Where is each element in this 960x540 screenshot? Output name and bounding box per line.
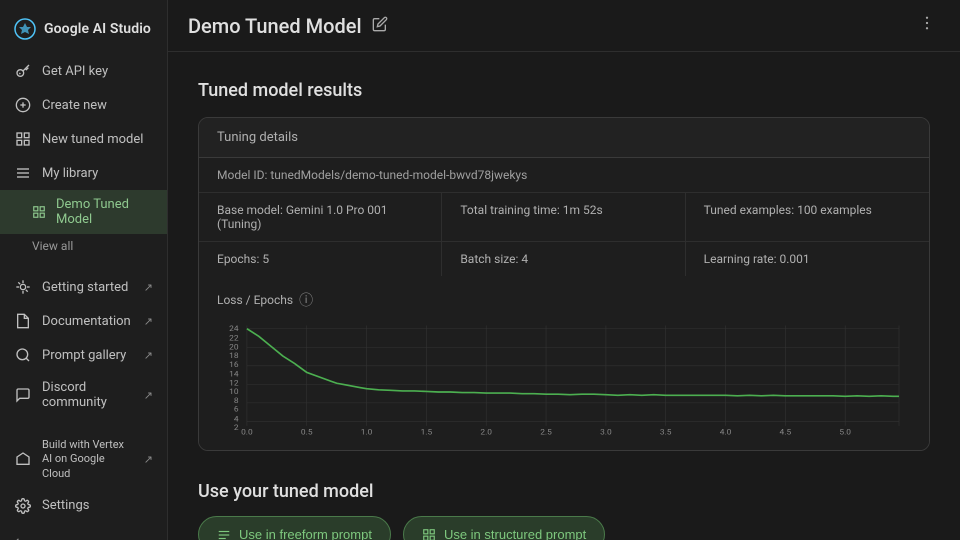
use-model-buttons: Use in freeform prompt Use in structured…	[198, 516, 930, 540]
svg-text:14: 14	[229, 370, 239, 379]
svg-text:8: 8	[234, 396, 239, 405]
demo-model-label: Demo Tuned Model	[56, 197, 153, 227]
getting-started-label: Getting started	[42, 280, 128, 295]
sidebar-item-get-api-key[interactable]: Get API key	[0, 54, 167, 88]
sidebar-item-settings[interactable]: Settings	[0, 489, 167, 523]
svg-text:0.5: 0.5	[301, 428, 313, 437]
svg-text:24: 24	[229, 324, 239, 333]
external-link-icon2: ↗	[144, 315, 153, 328]
svg-text:22: 22	[229, 334, 239, 343]
topbar-menu-button[interactable]	[914, 10, 940, 41]
tuning-details-card: Tuning details Model ID: tunedModels/dem…	[198, 117, 930, 451]
sidebar-label-create-new: Create new	[42, 98, 107, 113]
prompt-gallery-icon	[14, 346, 32, 364]
documentation-icon	[14, 312, 32, 330]
sidebar: Google AI Studio Get API key Create new …	[0, 0, 168, 540]
svg-text:2.0: 2.0	[480, 428, 492, 437]
batch-size-cell: Batch size: 4	[442, 242, 685, 276]
app-logo: Google AI Studio	[0, 8, 167, 54]
svg-text:3.0: 3.0	[600, 428, 612, 437]
view-all-link[interactable]: View all	[0, 234, 167, 258]
create-new-icon	[14, 96, 32, 114]
demo-model-icon	[32, 204, 46, 220]
freeform-label: Use in freeform prompt	[239, 527, 372, 540]
svg-text:3.5: 3.5	[660, 428, 672, 437]
settings-label: Settings	[42, 498, 89, 513]
sidebar-label-get-api-key: Get API key	[42, 64, 108, 79]
external-link-icon: ↗	[144, 281, 153, 294]
svg-text:1.0: 1.0	[361, 428, 373, 437]
main-content: Demo Tuned Model Tuned model results Tun…	[168, 0, 960, 540]
sidebar-item-prompt-gallery[interactable]: Prompt gallery ↗	[0, 338, 167, 372]
external-link-icon3: ↗	[144, 349, 153, 362]
logo-icon	[14, 18, 36, 40]
model-id-row: Model ID: tunedModels/demo-tuned-model-b…	[199, 158, 929, 193]
use-freeform-button[interactable]: Use in freeform prompt	[198, 516, 391, 540]
svg-text:4: 4	[234, 415, 239, 424]
svg-text:16: 16	[229, 360, 239, 369]
chart-info-icon[interactable]: ⓘ	[299, 290, 313, 310]
tuned-examples-cell: Tuned examples: 100 examples	[686, 193, 929, 241]
svg-text:20: 20	[229, 343, 239, 352]
discord-label: Discord community	[42, 380, 134, 410]
svg-text:2: 2	[234, 424, 239, 433]
svg-text:4.0: 4.0	[720, 428, 732, 437]
sidebar-item-documentation[interactable]: Documentation ↗	[0, 304, 167, 338]
build-vertex-icon	[14, 450, 32, 468]
tuning-card-header: Tuning details	[199, 118, 929, 158]
structured-label: Use in structured prompt	[444, 527, 586, 540]
discord-icon	[14, 386, 32, 404]
build-vertex-label: Build with Vertex AI on Google Cloud	[42, 438, 134, 481]
svg-text:1.5: 1.5	[421, 428, 433, 437]
sidebar-item-getting-started[interactable]: Getting started ↗	[0, 270, 167, 304]
sidebar-item-create-new[interactable]: Create new	[0, 88, 167, 122]
epochs-cell: Epochs: 5	[199, 242, 442, 276]
tuning-info-row1: Base model: Gemini 1.0 Pro 001 (Tuning) …	[199, 193, 929, 242]
svg-text:4.5: 4.5	[780, 428, 792, 437]
use-model-title: Use your tuned model	[198, 481, 930, 502]
external-link-icon5: ↗	[144, 453, 153, 466]
svg-text:18: 18	[229, 352, 239, 361]
loss-chart: 24 22 20 18 16 14 12 10 8 6 4 2	[217, 320, 911, 440]
svg-text:2.5: 2.5	[540, 428, 552, 437]
svg-text:12: 12	[229, 379, 239, 388]
sidebar-item-discord[interactable]: Discord community ↗	[0, 372, 167, 418]
content-area: Tuned model results Tuning details Model…	[168, 52, 960, 540]
tuning-card-body: Model ID: tunedModels/demo-tuned-model-b…	[199, 158, 929, 450]
chart-section: Loss / Epochs ⓘ 24 22 20 18 16 14 12	[199, 276, 929, 450]
my-library-icon	[14, 164, 32, 182]
learning-rate-cell: Learning rate: 0.001	[686, 242, 929, 276]
sidebar-label-my-library: My library	[42, 166, 98, 181]
chart-svg: 24 22 20 18 16 14 12 10 8 6 4 2	[217, 320, 911, 440]
settings-icon	[14, 497, 32, 515]
results-title: Tuned model results	[198, 80, 930, 101]
sidebar-item-my-library[interactable]: My library	[0, 156, 167, 190]
api-key-icon	[14, 62, 32, 80]
training-time-cell: Total training time: 1m 52s	[442, 193, 685, 241]
app-name: Google AI Studio	[44, 21, 151, 37]
chart-label: Loss / Epochs ⓘ	[217, 290, 911, 310]
svg-text:6: 6	[234, 405, 239, 414]
svg-text:5.0: 5.0	[839, 428, 851, 437]
documentation-label: Documentation	[42, 314, 131, 329]
svg-text:0.0: 0.0	[241, 428, 253, 437]
sidebar-subitem-demo-tuned-model[interactable]: Demo Tuned Model	[0, 190, 167, 234]
new-tuned-model-icon	[14, 130, 32, 148]
tuning-info-row2: Epochs: 5 Batch size: 4 Learning rate: 0…	[199, 242, 929, 276]
prompt-gallery-label: Prompt gallery	[42, 348, 126, 363]
page-title: Demo Tuned Model	[188, 14, 388, 38]
use-structured-button[interactable]: Use in structured prompt	[403, 516, 605, 540]
svg-text:10: 10	[229, 388, 239, 397]
getting-started-icon	[14, 278, 32, 296]
edit-title-icon[interactable]	[372, 16, 388, 36]
collapse-sidebar-button[interactable]: ‹	[0, 523, 167, 540]
external-link-icon4: ↗	[144, 389, 153, 402]
sidebar-item-new-tuned-model[interactable]: New tuned model	[0, 122, 167, 156]
sidebar-item-build-vertex[interactable]: Build with Vertex AI on Google Cloud ↗	[0, 430, 167, 489]
topbar: Demo Tuned Model	[168, 0, 960, 52]
base-model-cell: Base model: Gemini 1.0 Pro 001 (Tuning)	[199, 193, 442, 241]
sidebar-label-new-tuned-model: New tuned model	[42, 132, 143, 147]
